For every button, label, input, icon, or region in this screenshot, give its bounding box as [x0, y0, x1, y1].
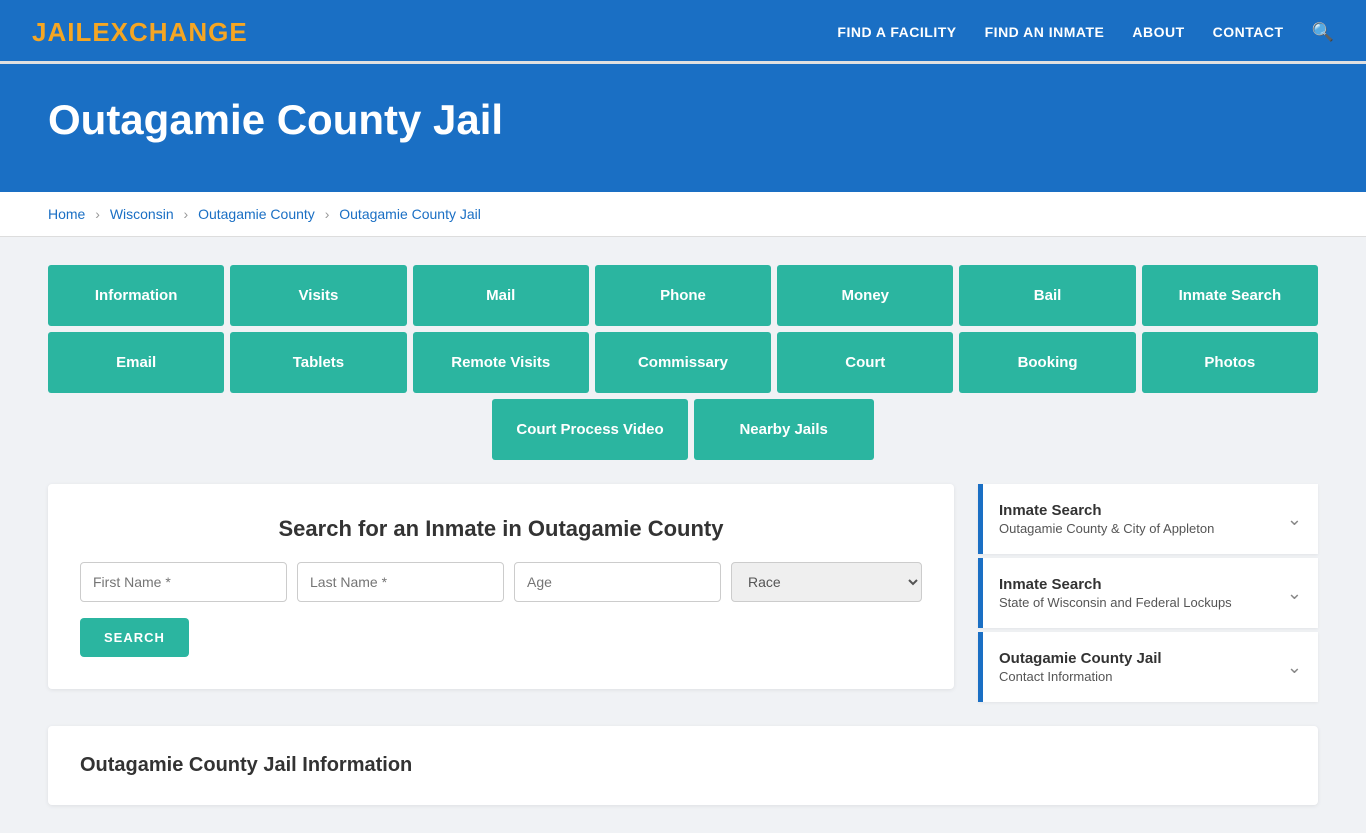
sidebar-county-subtitle: Outagamie County & City of Appleton: [999, 521, 1214, 536]
btn-photos[interactable]: Photos: [1142, 332, 1318, 393]
search-button[interactable]: SEARCH: [80, 618, 189, 657]
site-logo[interactable]: JAILEXCHANGE: [32, 17, 248, 48]
age-input[interactable]: [514, 562, 721, 602]
first-name-input[interactable]: [80, 562, 287, 602]
sidebar-item-state[interactable]: Inmate Search State of Wisconsin and Fed…: [978, 558, 1318, 628]
sidebar-state-subtitle: State of Wisconsin and Federal Lockups: [999, 595, 1232, 610]
hero-section: Outagamie County Jail: [0, 64, 1366, 192]
search-fields: Race White Black Hispanic Asian Other: [80, 562, 922, 602]
sidebar-contact-title: Outagamie County Jail: [999, 650, 1162, 667]
search-box: Search for an Inmate in Outagamie County…: [48, 484, 954, 689]
search-title: Search for an Inmate in Outagamie County: [80, 516, 922, 542]
sidebar-item-county[interactable]: Inmate Search Outagamie County & City of…: [978, 484, 1318, 554]
search-icon[interactable]: 🔍: [1312, 22, 1334, 43]
grid-row-1: Information Visits Mail Phone Money Bail…: [48, 265, 1318, 326]
page-title: Outagamie County Jail: [48, 96, 1318, 144]
breadcrumb: Home › Wisconsin › Outagamie County › Ou…: [0, 192, 1366, 237]
btn-email[interactable]: Email: [48, 332, 224, 393]
nav-find-facility[interactable]: FIND A FACILITY: [837, 24, 956, 40]
breadcrumb-wisconsin[interactable]: Wisconsin: [110, 206, 174, 222]
logo-jail: JAIL: [32, 17, 92, 47]
chevron-down-icon-2: ⌄: [1287, 583, 1302, 604]
breadcrumb-jail[interactable]: Outagamie County Jail: [339, 206, 481, 222]
sidebar: Inmate Search Outagamie County & City of…: [978, 484, 1318, 706]
breadcrumb-sep-2: ›: [184, 206, 193, 222]
sidebar-item-contact[interactable]: Outagamie County Jail Contact Informatio…: [978, 632, 1318, 702]
breadcrumb-sep-1: ›: [95, 206, 104, 222]
btn-tablets[interactable]: Tablets: [230, 332, 406, 393]
main-content: Information Visits Mail Phone Money Bail…: [0, 237, 1366, 833]
navbar: JAILEXCHANGE FIND A FACILITY FIND AN INM…: [0, 0, 1366, 64]
grid-row-3: Court Process Video Nearby Jails: [48, 399, 1318, 460]
btn-money[interactable]: Money: [777, 265, 953, 326]
breadcrumb-sep-3: ›: [325, 206, 334, 222]
logo-exchange: EXCHANGE: [92, 17, 247, 47]
chevron-down-icon: ⌄: [1287, 509, 1302, 530]
grid-row-2: Email Tablets Remote Visits Commissary C…: [48, 332, 1318, 393]
btn-mail[interactable]: Mail: [413, 265, 589, 326]
race-select[interactable]: Race White Black Hispanic Asian Other: [731, 562, 922, 602]
btn-nearby-jails[interactable]: Nearby Jails: [694, 399, 874, 460]
nav-find-inmate[interactable]: FIND AN INMATE: [985, 24, 1105, 40]
btn-court[interactable]: Court: [777, 332, 953, 393]
btn-booking[interactable]: Booking: [959, 332, 1135, 393]
btn-remote-visits[interactable]: Remote Visits: [413, 332, 589, 393]
breadcrumb-county[interactable]: Outagamie County: [198, 206, 315, 222]
btn-information[interactable]: Information: [48, 265, 224, 326]
page-bottom: Outagamie County Jail Information: [48, 726, 1318, 805]
lower-section: Search for an Inmate in Outagamie County…: [48, 484, 1318, 706]
sidebar-county-title: Inmate Search: [999, 502, 1214, 519]
sidebar-state-title: Inmate Search: [999, 576, 1232, 593]
btn-visits[interactable]: Visits: [230, 265, 406, 326]
btn-phone[interactable]: Phone: [595, 265, 771, 326]
nav-about[interactable]: ABOUT: [1132, 24, 1184, 40]
btn-commissary[interactable]: Commissary: [595, 332, 771, 393]
chevron-down-icon-3: ⌄: [1287, 657, 1302, 678]
nav-links: FIND A FACILITY FIND AN INMATE ABOUT CON…: [837, 22, 1334, 43]
nav-contact[interactable]: CONTACT: [1213, 24, 1284, 40]
btn-bail[interactable]: Bail: [959, 265, 1135, 326]
breadcrumb-home[interactable]: Home: [48, 206, 85, 222]
page-bottom-title: Outagamie County Jail Information: [80, 754, 1286, 777]
sidebar-contact-subtitle: Contact Information: [999, 669, 1162, 684]
btn-court-video[interactable]: Court Process Video: [492, 399, 687, 460]
btn-inmate-search[interactable]: Inmate Search: [1142, 265, 1318, 326]
last-name-input[interactable]: [297, 562, 504, 602]
